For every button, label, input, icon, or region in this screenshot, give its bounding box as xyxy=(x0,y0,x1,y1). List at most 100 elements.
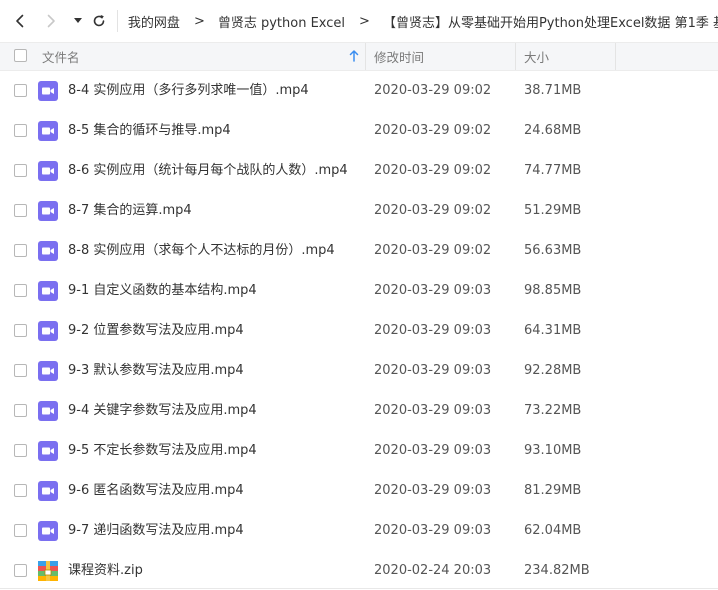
breadcrumb-current-folder[interactable]: 【曾贤志】从零基础开始用Python处理Excel数据 第1季 基础篇 xyxy=(383,12,718,31)
file-size: 38.71MB xyxy=(524,83,582,98)
file-modified-time: 2020-03-29 09:03 xyxy=(374,323,492,338)
forward-arrow-icon[interactable] xyxy=(39,0,64,42)
file-modified-time: 2020-03-29 09:03 xyxy=(374,483,492,498)
video-file-icon xyxy=(38,521,58,541)
video-file-icon xyxy=(38,81,58,101)
row-checkbox[interactable] xyxy=(14,404,27,417)
file-size: 74.77MB xyxy=(524,163,582,178)
file-row[interactable]: 8-5 集合的循环与推导.mp4 2020-03-29 09:02 24.68MB xyxy=(0,111,718,151)
file-name[interactable]: 课程资料.zip xyxy=(68,551,143,590)
file-size: 93.10MB xyxy=(524,443,582,458)
file-row[interactable]: 9-6 匿名函数写法及应用.mp4 2020-03-29 09:03 81.29MB xyxy=(0,471,718,511)
file-size: 73.22MB xyxy=(524,403,582,418)
breadcrumb: 我的网盘 > 曾贤志 python Excel > 【曾贤志】从零基础开始用Py… xyxy=(128,0,718,42)
row-checkbox[interactable] xyxy=(14,564,27,577)
video-file-icon xyxy=(38,401,58,421)
file-row[interactable]: 8-6 实例应用（统计每月每个战队的人数）.mp4 2020-03-29 09:0… xyxy=(0,151,718,191)
row-checkbox[interactable] xyxy=(14,284,27,297)
file-modified-time: 2020-03-29 09:02 xyxy=(374,163,492,178)
file-row[interactable]: 8-7 集合的运算.mp4 2020-03-29 09:02 51.29MB xyxy=(0,191,718,231)
list-bottom-border xyxy=(0,588,718,589)
file-name[interactable]: 8-7 集合的运算.mp4 xyxy=(68,191,192,231)
file-row[interactable]: 9-3 默认参数写法及应用.mp4 2020-03-29 09:03 92.28MB xyxy=(0,351,718,391)
sort-up-arrow-icon[interactable] xyxy=(349,50,359,66)
file-name[interactable]: 9-6 匿名函数写法及应用.mp4 xyxy=(68,471,244,511)
video-file-icon xyxy=(38,281,58,301)
file-name[interactable]: 9-3 默认参数写法及应用.mp4 xyxy=(68,351,244,391)
video-file-icon xyxy=(38,441,58,461)
file-modified-time: 2020-03-29 09:03 xyxy=(374,443,492,458)
video-file-icon xyxy=(38,361,58,381)
refresh-icon[interactable] xyxy=(88,0,109,42)
file-modified-time: 2020-03-29 09:02 xyxy=(374,243,492,258)
row-checkbox[interactable] xyxy=(14,364,27,377)
file-name[interactable]: 8-5 集合的循环与推导.mp4 xyxy=(68,111,231,151)
file-size: 234.82MB xyxy=(524,563,590,578)
file-name[interactable]: 9-4 关键字参数写法及应用.mp4 xyxy=(68,391,257,431)
file-row[interactable]: 9-4 关键字参数写法及应用.mp4 2020-03-29 09:03 73.22M… xyxy=(0,391,718,431)
file-name[interactable]: 9-5 不定长参数写法及应用.mp4 xyxy=(68,431,257,471)
history-dropdown-icon[interactable] xyxy=(69,0,86,42)
file-row[interactable]: 课程资料.zip 2020-02-24 20:03 234.82MB xyxy=(0,551,718,590)
file-size: 62.04MB xyxy=(524,523,582,538)
file-name[interactable]: 9-1 自定义函数的基本结构.mp4 xyxy=(68,271,257,311)
column-divider[interactable] xyxy=(515,43,516,70)
column-header-name[interactable]: 文件名 xyxy=(42,43,80,70)
file-row[interactable]: 9-2 位置参数写法及应用.mp4 2020-03-29 09:03 64.31MB xyxy=(0,311,718,351)
row-checkbox[interactable] xyxy=(14,324,27,337)
navigation-toolbar: 我的网盘 > 曾贤志 python Excel > 【曾贤志】从零基础开始用Py… xyxy=(0,0,718,42)
row-checkbox[interactable] xyxy=(14,84,27,97)
row-checkbox[interactable] xyxy=(14,164,27,177)
file-row[interactable]: 9-5 不定长参数写法及应用.mp4 2020-03-29 09:03 93.10M… xyxy=(0,431,718,471)
file-modified-time: 2020-03-29 09:02 xyxy=(374,83,492,98)
row-checkbox[interactable] xyxy=(14,204,27,217)
column-divider[interactable] xyxy=(615,43,616,70)
video-file-icon xyxy=(38,121,58,141)
file-row[interactable]: 9-1 自定义函数的基本结构.mp4 2020-03-29 09:03 98.85M… xyxy=(0,271,718,311)
back-arrow-icon[interactable] xyxy=(8,0,33,42)
video-file-icon xyxy=(38,481,58,501)
file-size: 56.63MB xyxy=(524,243,582,258)
select-all-checkbox[interactable] xyxy=(14,49,27,62)
file-list-header: 文件名 修改时间 大小 xyxy=(0,42,718,71)
file-name[interactable]: 8-6 实例应用（统计每月每个战队的人数）.mp4 xyxy=(68,151,348,191)
row-checkbox[interactable] xyxy=(14,484,27,497)
breadcrumb-separator: > xyxy=(359,13,370,29)
row-checkbox[interactable] xyxy=(14,524,27,537)
row-checkbox[interactable] xyxy=(14,244,27,257)
column-header-modified[interactable]: 修改时间 xyxy=(374,43,424,70)
file-row[interactable]: 8-4 实例应用（多行多列求唯一值）.mp4 2020-03-29 09:02 38… xyxy=(0,71,718,111)
file-modified-time: 2020-03-29 09:02 xyxy=(374,203,492,218)
video-file-icon xyxy=(38,201,58,221)
file-modified-time: 2020-03-29 09:03 xyxy=(374,403,492,418)
breadcrumb-separator: > xyxy=(193,13,205,29)
file-modified-time: 2020-02-24 20:03 xyxy=(374,563,492,578)
file-name[interactable]: 8-8 实例应用（求每个人不达标的月份）.mp4 xyxy=(68,231,335,271)
row-checkbox[interactable] xyxy=(14,444,27,457)
video-file-icon xyxy=(38,241,58,261)
column-header-size[interactable]: 大小 xyxy=(524,43,549,70)
breadcrumb-root[interactable]: 我的网盘 xyxy=(128,12,180,31)
toolbar-divider xyxy=(116,10,118,32)
file-name[interactable]: 9-2 位置参数写法及应用.mp4 xyxy=(68,311,244,351)
video-file-icon xyxy=(38,161,58,181)
file-size: 51.29MB xyxy=(524,203,582,218)
column-divider[interactable] xyxy=(365,43,366,70)
file-name[interactable]: 8-4 实例应用（多行多列求唯一值）.mp4 xyxy=(68,71,309,111)
file-row[interactable]: 9-7 递归函数写法及应用.mp4 2020-03-29 09:03 62.04MB xyxy=(0,511,718,551)
breadcrumb-folder[interactable]: 曾贤志 python Excel xyxy=(218,12,345,31)
file-modified-time: 2020-03-29 09:03 xyxy=(374,363,492,378)
file-size: 64.31MB xyxy=(524,323,582,338)
file-modified-time: 2020-03-29 09:03 xyxy=(374,283,492,298)
file-size: 98.85MB xyxy=(524,283,582,298)
row-checkbox[interactable] xyxy=(14,124,27,137)
zip-archive-icon xyxy=(38,561,58,581)
file-name[interactable]: 9-7 递归函数写法及应用.mp4 xyxy=(68,511,244,551)
file-modified-time: 2020-03-29 09:02 xyxy=(374,123,492,138)
file-size: 24.68MB xyxy=(524,123,582,138)
file-size: 81.29MB xyxy=(524,483,582,498)
file-modified-time: 2020-03-29 09:03 xyxy=(374,523,492,538)
file-size: 92.28MB xyxy=(524,363,582,378)
file-row[interactable]: 8-8 实例应用（求每个人不达标的月份）.mp4 2020-03-29 09:02… xyxy=(0,231,718,271)
video-file-icon xyxy=(38,321,58,341)
